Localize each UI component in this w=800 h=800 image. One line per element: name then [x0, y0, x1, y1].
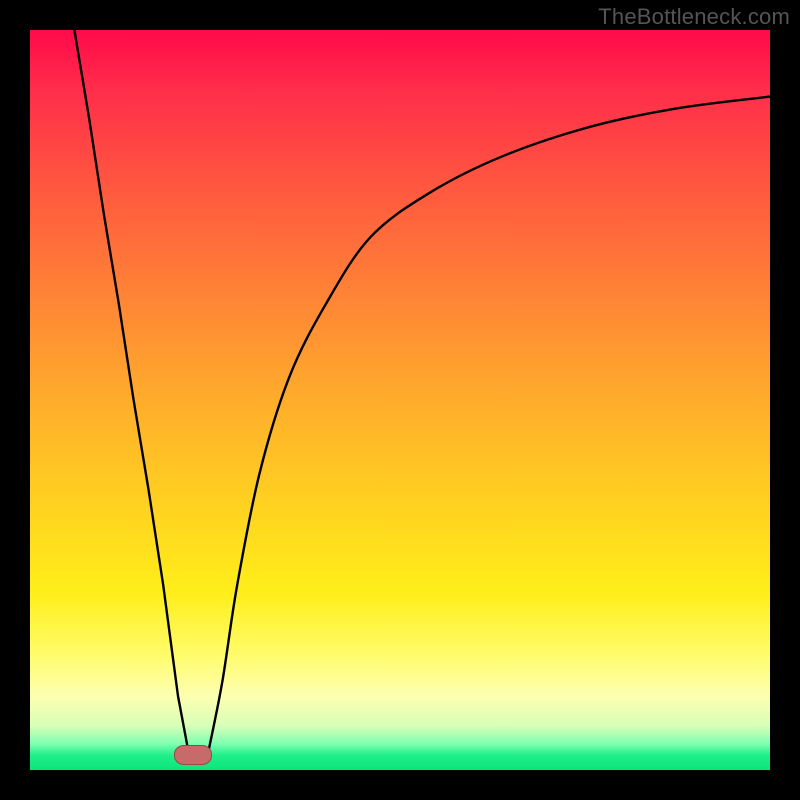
plot-area [30, 30, 770, 770]
watermark-text: TheBottleneck.com [598, 4, 790, 30]
optimal-marker [174, 745, 212, 765]
chart-frame: TheBottleneck.com [0, 0, 800, 800]
curve-layer [30, 30, 770, 770]
bottleneck-curve [74, 30, 770, 755]
